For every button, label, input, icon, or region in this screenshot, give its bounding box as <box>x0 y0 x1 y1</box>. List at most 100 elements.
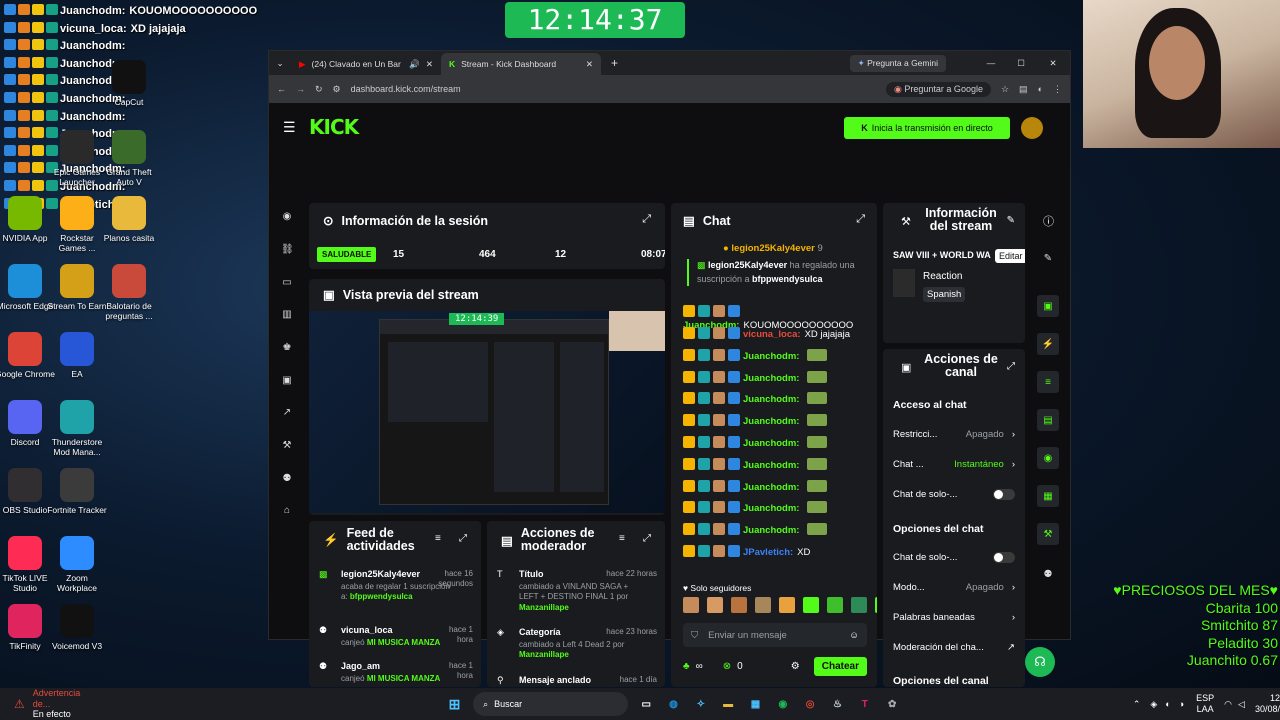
go-live-button[interactable]: K Inicia la transmisión en directo <box>844 117 1010 139</box>
network-icon[interactable]: ◈ <box>1150 699 1157 710</box>
desktop-icon[interactable]: Fortnite Tracker <box>46 468 108 515</box>
calendar-icon[interactable]: ▦ <box>1037 485 1059 507</box>
hamburger-icon[interactable]: ☰ <box>283 119 296 136</box>
site-info-icon[interactable]: ⚙ <box>333 84 341 95</box>
chat-username[interactable]: JPavletich: <box>743 547 793 558</box>
desktop-icon[interactable]: Thunderstore Mod Mana... <box>46 400 108 457</box>
chat-send-button[interactable]: Chatear <box>813 657 867 676</box>
channel-action-row[interactable]: Modo... Apagado › <box>893 582 1015 593</box>
channel-action-row[interactable]: Chat de solo-... <box>893 552 1015 563</box>
chrome-icon[interactable]: ◎ <box>802 695 819 713</box>
chat-input[interactable]: ⛉ Enviar un mensaje ☺ <box>683 623 867 647</box>
reload-icon[interactable]: ↻ <box>315 84 323 95</box>
google-ask-button[interactable]: ◉ Preguntar a Google <box>886 81 991 97</box>
chat-message[interactable]: Juanchodm: <box>683 501 830 514</box>
tray-up-icon[interactable]: ⌃ <box>1133 699 1141 710</box>
maximize-icon[interactable]: ☐ <box>1006 58 1036 69</box>
user-avatar[interactable] <box>1021 117 1043 139</box>
users-icon[interactable]: ⚉ <box>1037 563 1059 585</box>
chat-message[interactable]: JPavletich: XD <box>683 545 810 558</box>
app-icon[interactable]: ✿ <box>883 695 900 713</box>
desktop-icon[interactable]: Balotario de preguntas ... <box>98 264 160 321</box>
kick-logo[interactable]: KICK <box>309 115 359 139</box>
chat-message[interactable]: Juanchodm: <box>683 348 830 362</box>
trophy-icon[interactable]: ♚ <box>281 342 293 354</box>
chat-username[interactable]: Juanchodm: <box>743 373 799 384</box>
wrench-icon[interactable]: ⚒ <box>281 440 293 452</box>
row-control[interactable]: Instantáneo › <box>954 459 1015 470</box>
info-icon[interactable]: ⓘ <box>1043 213 1054 229</box>
close-icon[interactable]: ✕ <box>426 59 433 70</box>
warning-widget[interactable]: Advertencia de... En efecto <box>33 688 98 720</box>
emote-icon[interactable] <box>707 597 723 613</box>
link-icon[interactable]: ⛓ <box>281 244 294 256</box>
record-icon[interactable]: ◉ <box>1037 447 1059 469</box>
settings-icon[interactable]: ⚙ <box>791 661 800 672</box>
url-input[interactable]: dashboard.kick.com/stream <box>351 84 876 94</box>
spotify-icon[interactable]: ◉ <box>774 695 791 713</box>
stream-preview[interactable]: 12:14:39 <box>309 311 665 513</box>
new-tab-icon[interactable]: + <box>611 56 618 70</box>
desktop-icon[interactable]: Planos casita <box>98 196 160 243</box>
chart-icon[interactable]: ↗ <box>281 407 293 419</box>
desktop-icon[interactable]: CapCut <box>98 60 160 107</box>
wrench-icon[interactable]: ⚒ <box>1037 523 1059 545</box>
emote-icon[interactable] <box>779 597 795 613</box>
extensions-icon[interactable]: ▤ <box>1019 84 1028 95</box>
chat-username[interactable]: Juanchodm: <box>743 460 799 471</box>
tray-icon[interactable]: ◑ <box>1179 699 1184 709</box>
toggle-switch[interactable] <box>993 552 1015 563</box>
copilot-icon[interactable]: ✧ <box>692 695 709 713</box>
chat-username[interactable]: Juanchodm: <box>743 503 799 514</box>
desktop-icon[interactable]: Zoom Workplace <box>46 536 108 593</box>
users-icon[interactable]: ⚉ <box>281 473 293 485</box>
chat-message[interactable]: vicuna_loca: XD jajajaja <box>683 327 850 340</box>
taskbar-search[interactable]: ⌕ Buscar <box>473 692 628 716</box>
channel-action-row[interactable]: Chat ... Instantáneo › <box>893 459 1015 470</box>
emote-icon[interactable] <box>875 597 877 613</box>
close-icon[interactable]: ✕ <box>586 59 593 70</box>
pencil-icon[interactable]: ✎ <box>1037 247 1059 269</box>
language-indicator[interactable]: ESP LAA <box>1196 693 1214 715</box>
explorer-icon[interactable]: ▬ <box>720 695 737 713</box>
wifi-icon[interactable]: ◠ <box>1224 699 1232 710</box>
emote-icon[interactable] <box>755 597 771 613</box>
chat-message[interactable]: Juanchodm: <box>683 457 830 471</box>
expand-icon[interactable]: ⤢ <box>1007 361 1015 372</box>
bolt-icon[interactable]: ⚡ <box>1037 333 1059 355</box>
chat-message[interactable]: Juanchodm: <box>683 414 830 427</box>
store-icon[interactable]: ▦ <box>747 695 764 713</box>
start-icon[interactable]: ⊞ <box>446 695 463 713</box>
emote-icon[interactable] <box>827 597 843 613</box>
edit-icon[interactable]: ✎ <box>1007 215 1015 226</box>
expand-icon[interactable]: ⤢ <box>643 533 651 544</box>
expand-icon[interactable]: ⤢ <box>856 213 865 226</box>
chat-message[interactable]: Juanchodm: <box>683 523 830 536</box>
desktop-icon[interactable]: Voicemod V3 <box>46 604 108 651</box>
star-icon[interactable]: ☆ <box>1001 84 1009 95</box>
filter-icon[interactable]: ≡ <box>619 533 625 544</box>
row-control[interactable] <box>993 552 1015 563</box>
task-view-icon[interactable]: ▭ <box>638 695 655 713</box>
volume-icon[interactable]: ◁ <box>1238 699 1245 710</box>
channel-action-row[interactable]: Moderación del cha... ↗ <box>893 642 1015 653</box>
emoji-icon[interactable]: ☺ <box>849 630 859 641</box>
media-icon[interactable]: ▣ <box>1037 295 1059 317</box>
back-icon[interactable]: ← <box>277 84 286 94</box>
chat-username[interactable]: Juanchodm: <box>743 525 799 536</box>
expand-icon[interactable]: ⤢ <box>459 533 467 544</box>
forward-icon[interactable]: → <box>296 84 305 94</box>
chat-username[interactable]: Juanchodm: <box>743 482 799 493</box>
gemini-button[interactable]: ✦ Pregunta a Gemini <box>849 54 946 72</box>
support-button[interactable]: ☊ <box>1025 647 1055 677</box>
channel-action-row[interactable]: Palabras baneadas › <box>893 612 1015 623</box>
analytics-icon[interactable]: ▥ <box>281 309 293 321</box>
emote-icon[interactable] <box>803 597 819 613</box>
tab-kick[interactable]: K Stream - Kick Dashboard ✕ <box>441 53 601 75</box>
filter-icon[interactable]: ≡ <box>435 533 441 544</box>
chat-username[interactable]: Juanchodm: <box>743 351 799 362</box>
chat-username[interactable]: Juanchodm: <box>743 394 799 405</box>
row-control[interactable] <box>993 489 1015 500</box>
chat-username[interactable]: Juanchodm: <box>743 416 799 427</box>
tab-youtube[interactable]: ▶ (24) Clavado en Un Bar - Yo 🔊 ✕ <box>291 53 441 75</box>
